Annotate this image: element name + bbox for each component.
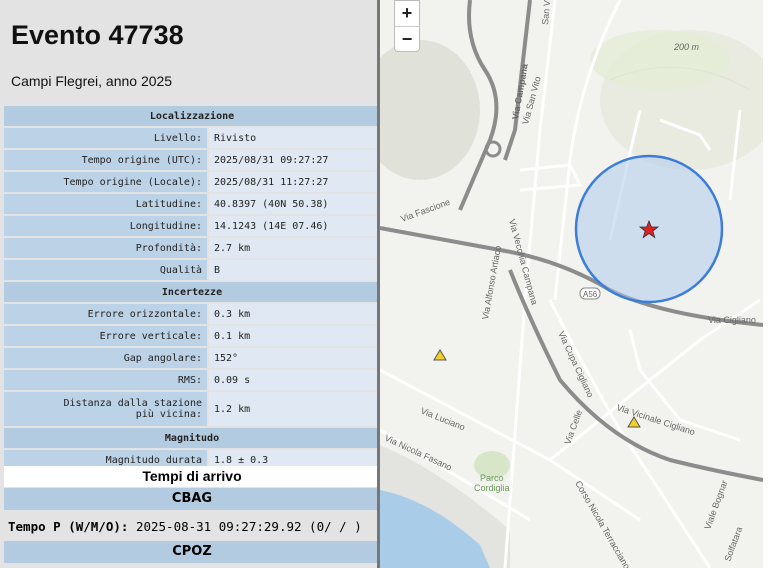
table-row: Errore orizzontale: 0.3 km (4, 304, 378, 324)
map-label: Via Vicinale Cigliano (615, 402, 696, 437)
highway-shield: A56 (583, 290, 598, 299)
table-row: Livello: Rivisto (4, 128, 378, 148)
table-row: Latitudine: 40.8397 (40N 50.38) (4, 194, 378, 214)
map-label: Cordiglia (474, 483, 510, 493)
map-label: Via Vecchia Campana (507, 218, 540, 306)
map-label: Via Alfonso Artiaco (480, 245, 503, 320)
page-title: Evento 47738 (11, 20, 184, 50)
table-row: Tempo origine (Locale): 2025/08/31 11:27:… (4, 172, 378, 192)
zoom-in-button[interactable]: + (395, 1, 419, 26)
map-label: Corso Nicola Terracciano (573, 479, 632, 568)
table-row: RMS: 0.09 s (4, 370, 378, 390)
map-label: Via Cigliano (708, 315, 756, 325)
arrival-times-heading: Tempi di arrivo (4, 466, 378, 487)
map-tiles: 200 m Via Campana Via San Vito San Vito … (380, 0, 763, 568)
map-label: Via Cupa Cigliano (556, 330, 595, 399)
table-row: Distanza dalla stazione più vicina: 1.2 km (4, 392, 378, 426)
section-incertezze: Incertezze (4, 282, 378, 302)
map-view[interactable]: 200 m Via Campana Via San Vito San Vito … (380, 0, 763, 568)
station-cbag-header: CBAG (4, 488, 378, 510)
table-row: Errore verticale: 0.1 km (4, 326, 378, 346)
page-subtitle: Campi Flegrei, anno 2025 (11, 73, 173, 89)
map-label: Solfatara (722, 525, 744, 562)
station-cbag-p-time: Tempo P (W/M/O): 2025-08-31 09:27:29.92 … (8, 519, 362, 534)
section-localizzazione: Localizzazione (4, 106, 378, 126)
table-row: Longitudine: 14.1243 (14E 07.46) (4, 216, 378, 236)
table-row: Gap angolare: 152° (4, 348, 378, 368)
table-row: Tempo origine (UTC): 2025/08/31 09:27:27 (4, 150, 378, 170)
map-label: Via Luciano (419, 406, 466, 433)
zoom-control: + − (394, 0, 420, 52)
station-triangle-icon[interactable] (433, 349, 447, 361)
station-cpoz-header: CPOZ (4, 541, 378, 563)
map-label: San Vito (540, 0, 553, 25)
table-row: Qualità B (4, 260, 378, 280)
map-label: Via Celle (562, 409, 584, 446)
map-label: Parco (480, 473, 504, 483)
event-panel: Evento 47738 Campi Flegrei, anno 2025 Lo… (0, 0, 378, 568)
map-label: Via Fascione (399, 197, 451, 224)
map-label: Viale Bognar (702, 479, 729, 531)
zoom-out-button[interactable]: − (395, 26, 419, 51)
table-row: Profondità: 2.7 km (4, 238, 378, 258)
event-details-table: Localizzazione Livello: Rivisto Tempo ori… (4, 104, 378, 472)
map-label: 200 m (673, 42, 700, 52)
section-magnitudo: Magnitudo (4, 428, 378, 448)
